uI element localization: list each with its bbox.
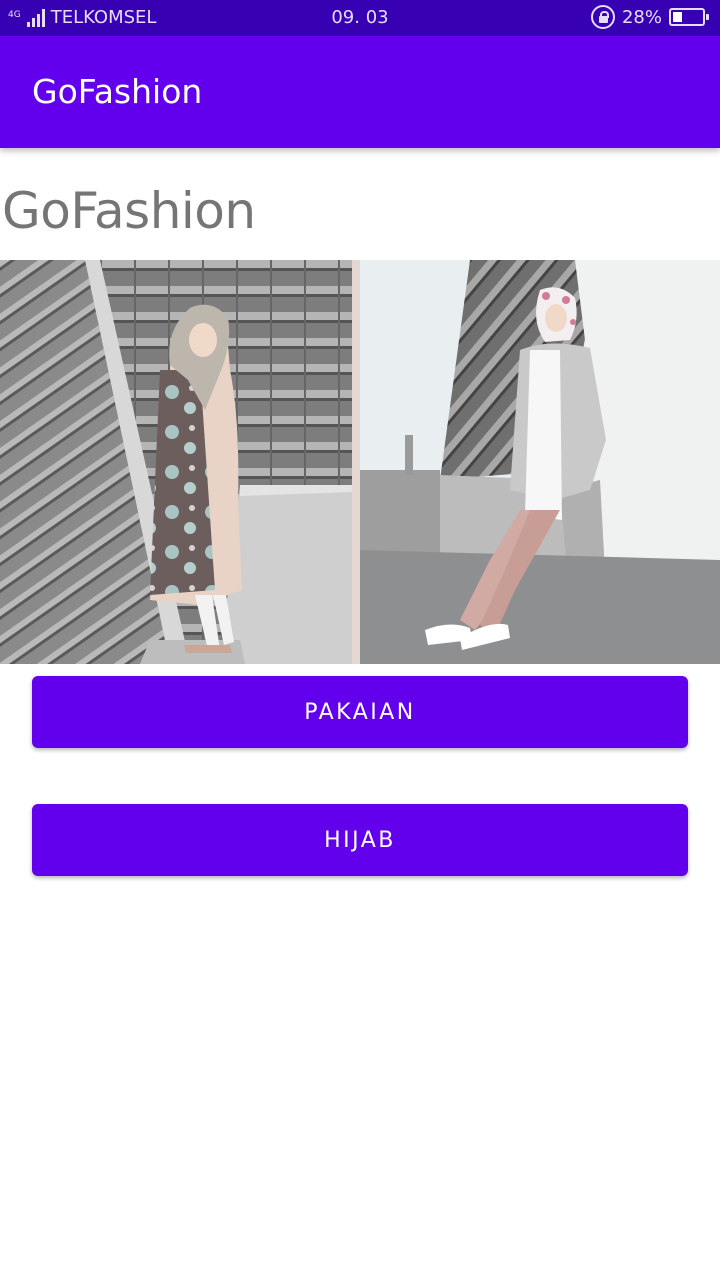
hero-image — [0, 260, 720, 664]
status-right: 28% — [590, 5, 709, 29]
app-bar: GoFashion — [0, 36, 720, 148]
app-bar-title: GoFashion — [32, 72, 203, 111]
rotation-lock-icon — [590, 5, 615, 29]
battery-level — [673, 12, 682, 22]
fashion-photo — [0, 260, 720, 664]
pakaian-button[interactable]: PAKAIAN — [32, 676, 688, 748]
hijab-button[interactable]: HIJAB — [32, 804, 688, 876]
battery-percent: 28% — [621, 6, 662, 28]
battery-icon — [669, 8, 709, 26]
page-heading: GoFashion — [2, 182, 256, 240]
status-bar: 4G TELKOMSEL 09. 03 28% — [0, 0, 720, 36]
